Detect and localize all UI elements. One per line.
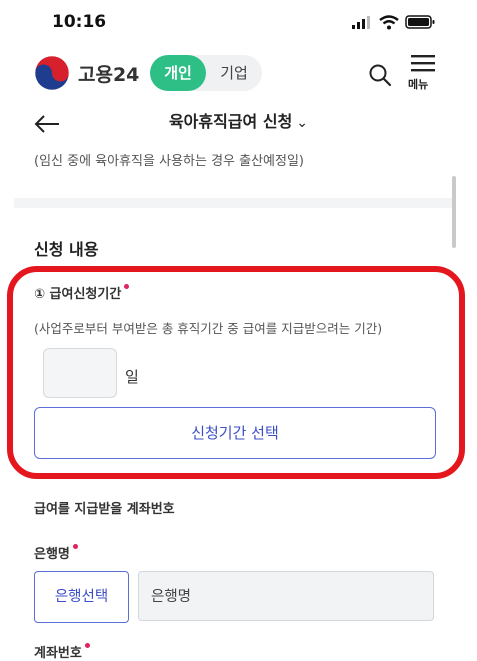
- taegeuk-logo-icon[interactable]: [34, 55, 70, 91]
- bank-select-button[interactable]: 은행선택: [34, 571, 129, 623]
- page-title[interactable]: 육아휴직급여 신청 ⌄: [0, 108, 477, 132]
- due-date-note: (임신 중에 육아휴직을 사용하는 경우 출산예정일): [34, 154, 305, 169]
- chevron-down-icon: ⌄: [296, 115, 309, 131]
- account-number-label: 계좌번호: [34, 642, 90, 661]
- section-divider: [14, 198, 455, 208]
- highlight-annotation: [7, 266, 465, 479]
- status-icons: [352, 14, 438, 30]
- bank-label-text: 은행명: [34, 547, 70, 562]
- account-number-label-text: 계좌번호: [34, 646, 82, 661]
- search-icon[interactable]: [368, 63, 392, 87]
- account-title: 급여를 지급받을 계좌번호: [34, 502, 175, 517]
- bank-label: 은행명: [34, 543, 78, 562]
- scrollbar[interactable]: [452, 176, 456, 248]
- required-indicator: [84, 643, 90, 648]
- brand-name[interactable]: 고용24: [78, 60, 139, 87]
- hamburger-menu-icon[interactable]: [410, 54, 436, 74]
- battery-icon: [405, 15, 435, 29]
- wifi-icon: [379, 15, 399, 30]
- page-title-text: 육아휴직급여 신청: [168, 112, 293, 131]
- bank-name-field[interactable]: 은행명: [138, 571, 434, 621]
- required-indicator: [72, 544, 78, 549]
- toggle-personal[interactable]: 개인: [150, 55, 206, 91]
- signal-icon: [352, 16, 370, 29]
- menu-label[interactable]: 메뉴: [408, 76, 428, 92]
- status-time: 10:16: [52, 12, 107, 32]
- section-title: 신청 내용: [34, 240, 99, 259]
- toggle-business[interactable]: 기업: [206, 55, 262, 91]
